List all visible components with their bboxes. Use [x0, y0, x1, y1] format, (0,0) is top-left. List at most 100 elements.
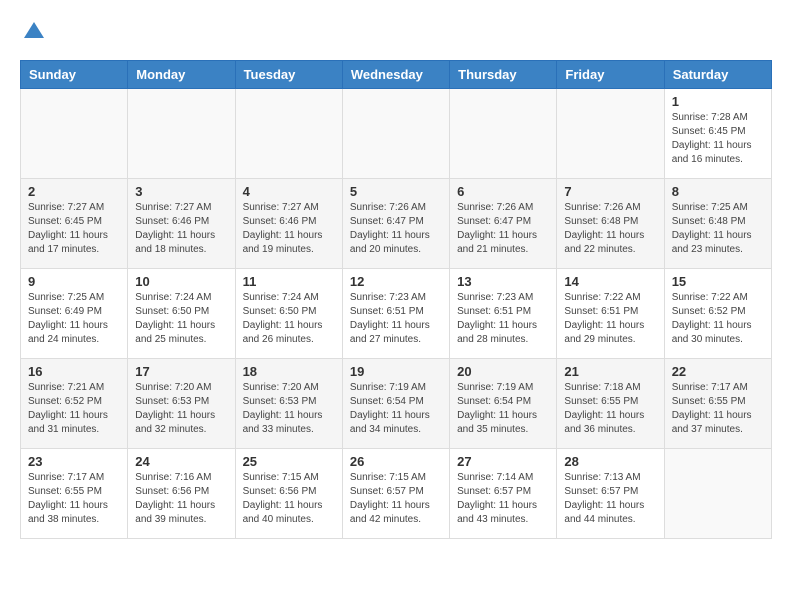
- day-info: Sunrise: 7:17 AM Sunset: 6:55 PM Dayligh…: [672, 381, 764, 437]
- day-number: 26: [350, 454, 442, 469]
- calendar-cell: 28 Sunrise: 7:13 AM Sunset: 6:57 PM Dayli…: [557, 448, 664, 538]
- day-info: Sunrise: 7:26 AM Sunset: 6:47 PM Dayligh…: [457, 201, 549, 257]
- calendar-cell: 17 Sunrise: 7:20 AM Sunset: 6:53 PM Dayli…: [128, 358, 235, 448]
- calendar-cell: 13 Sunrise: 7:23 AM Sunset: 6:51 PM Dayli…: [450, 268, 557, 358]
- calendar-cell: 24Sunrise: 7:16 AM Sunset: 6:56 PM Dayli…: [128, 448, 235, 538]
- logo: [20, 20, 46, 50]
- calendar-cell: 3 Sunrise: 7:27 AM Sunset: 6:46 PM Daylig…: [128, 178, 235, 268]
- day-info: Sunrise: 7:24 AM Sunset: 6:50 PM Dayligh…: [135, 291, 227, 347]
- day-info: Sunrise: 7:23 AM Sunset: 6:51 PM Dayligh…: [457, 291, 549, 347]
- calendar-cell: 8 Sunrise: 7:25 AM Sunset: 6:48 PM Daylig…: [664, 178, 771, 268]
- day-number: 13: [457, 274, 549, 289]
- day-number: 4: [243, 184, 335, 199]
- weekday-header-wednesday: Wednesday: [342, 60, 449, 88]
- calendar-cell: 7 Sunrise: 7:26 AM Sunset: 6:48 PM Daylig…: [557, 178, 664, 268]
- day-number: 21: [564, 364, 656, 379]
- day-number: 20: [457, 364, 549, 379]
- day-number: 7: [564, 184, 656, 199]
- weekday-header-sunday: Sunday: [21, 60, 128, 88]
- page-header: [20, 20, 772, 50]
- calendar-cell: 6 Sunrise: 7:26 AM Sunset: 6:47 PM Daylig…: [450, 178, 557, 268]
- calendar-cell: 12 Sunrise: 7:23 AM Sunset: 6:51 PM Dayli…: [342, 268, 449, 358]
- calendar-cell: 23 Sunrise: 7:17 AM Sunset: 6:55 PM Dayli…: [21, 448, 128, 538]
- calendar-cell: [557, 88, 664, 178]
- logo-icon: [22, 20, 46, 44]
- weekday-header-tuesday: Tuesday: [235, 60, 342, 88]
- calendar-cell: 14 Sunrise: 7:22 AM Sunset: 6:51 PM Dayli…: [557, 268, 664, 358]
- day-number: 12: [350, 274, 442, 289]
- day-info: Sunrise: 7:27 AM Sunset: 6:46 PM Dayligh…: [243, 201, 335, 257]
- weekday-header-friday: Friday: [557, 60, 664, 88]
- day-info: Sunrise: 7:22 AM Sunset: 6:51 PM Dayligh…: [564, 291, 656, 347]
- calendar-cell: 11 Sunrise: 7:24 AM Sunset: 6:50 PM Dayli…: [235, 268, 342, 358]
- calendar-cell: 10 Sunrise: 7:24 AM Sunset: 6:50 PM Dayli…: [128, 268, 235, 358]
- day-info: Sunrise: 7:15 AM Sunset: 6:56 PM Dayligh…: [243, 471, 335, 527]
- calendar-cell: 18 Sunrise: 7:20 AM Sunset: 6:53 PM Dayli…: [235, 358, 342, 448]
- calendar-cell: 27 Sunrise: 7:14 AM Sunset: 6:57 PM Dayli…: [450, 448, 557, 538]
- calendar-cell: 1 Sunrise: 7:28 AM Sunset: 6:45 PM Daylig…: [664, 88, 771, 178]
- calendar-cell: 16 Sunrise: 7:21 AM Sunset: 6:52 PM Dayli…: [21, 358, 128, 448]
- day-info: Sunrise: 7:20 AM Sunset: 6:53 PM Dayligh…: [243, 381, 335, 437]
- day-number: 9: [28, 274, 120, 289]
- calendar-cell: 4 Sunrise: 7:27 AM Sunset: 6:46 PM Daylig…: [235, 178, 342, 268]
- day-info: Sunrise: 7:16 AM Sunset: 6:56 PM Dayligh…: [135, 471, 227, 527]
- day-number: 16: [28, 364, 120, 379]
- week-row-1: 1 Sunrise: 7:28 AM Sunset: 6:45 PM Daylig…: [21, 88, 772, 178]
- day-number: 15: [672, 274, 764, 289]
- calendar-cell: 20 Sunrise: 7:19 AM Sunset: 6:54 PM Dayli…: [450, 358, 557, 448]
- calendar-cell: [128, 88, 235, 178]
- day-info: Sunrise: 7:23 AM Sunset: 6:51 PM Dayligh…: [350, 291, 442, 347]
- calendar-cell: 26 Sunrise: 7:15 AM Sunset: 6:57 PM Dayli…: [342, 448, 449, 538]
- calendar-cell: 15 Sunrise: 7:22 AM Sunset: 6:52 PM Dayli…: [664, 268, 771, 358]
- day-info: Sunrise: 7:19 AM Sunset: 6:54 PM Dayligh…: [350, 381, 442, 437]
- day-number: 23: [28, 454, 120, 469]
- day-number: 17: [135, 364, 227, 379]
- day-number: 22: [672, 364, 764, 379]
- day-info: Sunrise: 7:22 AM Sunset: 6:52 PM Dayligh…: [672, 291, 764, 347]
- calendar-cell: 19 Sunrise: 7:19 AM Sunset: 6:54 PM Dayli…: [342, 358, 449, 448]
- day-number: 10: [135, 274, 227, 289]
- day-number: 3: [135, 184, 227, 199]
- day-info: Sunrise: 7:26 AM Sunset: 6:48 PM Dayligh…: [564, 201, 656, 257]
- day-number: 28: [564, 454, 656, 469]
- day-info: Sunrise: 7:27 AM Sunset: 6:46 PM Dayligh…: [135, 201, 227, 257]
- week-row-2: 2Sunrise: 7:27 AM Sunset: 6:45 PM Daylig…: [21, 178, 772, 268]
- calendar-cell: 2Sunrise: 7:27 AM Sunset: 6:45 PM Daylig…: [21, 178, 128, 268]
- calendar-cell: [664, 448, 771, 538]
- calendar-cell: 9 Sunrise: 7:25 AM Sunset: 6:49 PM Daylig…: [21, 268, 128, 358]
- day-info: Sunrise: 7:13 AM Sunset: 6:57 PM Dayligh…: [564, 471, 656, 527]
- weekday-header-row: SundayMondayTuesdayWednesdayThursdayFrid…: [21, 60, 772, 88]
- day-info: Sunrise: 7:17 AM Sunset: 6:55 PM Dayligh…: [28, 471, 120, 527]
- day-info: Sunrise: 7:19 AM Sunset: 6:54 PM Dayligh…: [457, 381, 549, 437]
- day-number: 11: [243, 274, 335, 289]
- day-number: 27: [457, 454, 549, 469]
- day-number: 5: [350, 184, 442, 199]
- weekday-header-thursday: Thursday: [450, 60, 557, 88]
- day-info: Sunrise: 7:18 AM Sunset: 6:55 PM Dayligh…: [564, 381, 656, 437]
- day-info: Sunrise: 7:24 AM Sunset: 6:50 PM Dayligh…: [243, 291, 335, 347]
- calendar-cell: [21, 88, 128, 178]
- day-info: Sunrise: 7:14 AM Sunset: 6:57 PM Dayligh…: [457, 471, 549, 527]
- week-row-5: 23 Sunrise: 7:17 AM Sunset: 6:55 PM Dayli…: [21, 448, 772, 538]
- day-info: Sunrise: 7:21 AM Sunset: 6:52 PM Dayligh…: [28, 381, 120, 437]
- calendar-cell: 25 Sunrise: 7:15 AM Sunset: 6:56 PM Dayli…: [235, 448, 342, 538]
- day-info: Sunrise: 7:25 AM Sunset: 6:49 PM Dayligh…: [28, 291, 120, 347]
- day-info: Sunrise: 7:27 AM Sunset: 6:45 PM Dayligh…: [28, 201, 120, 257]
- day-number: 18: [243, 364, 335, 379]
- calendar-cell: [235, 88, 342, 178]
- calendar-table: SundayMondayTuesdayWednesdayThursdayFrid…: [20, 60, 772, 539]
- day-info: Sunrise: 7:26 AM Sunset: 6:47 PM Dayligh…: [350, 201, 442, 257]
- day-number: 19: [350, 364, 442, 379]
- day-info: Sunrise: 7:15 AM Sunset: 6:57 PM Dayligh…: [350, 471, 442, 527]
- day-number: 6: [457, 184, 549, 199]
- calendar-cell: [342, 88, 449, 178]
- week-row-3: 9 Sunrise: 7:25 AM Sunset: 6:49 PM Daylig…: [21, 268, 772, 358]
- day-number: 1: [672, 94, 764, 109]
- day-number: 14: [564, 274, 656, 289]
- day-number: 8: [672, 184, 764, 199]
- day-number: 25: [243, 454, 335, 469]
- day-info: Sunrise: 7:20 AM Sunset: 6:53 PM Dayligh…: [135, 381, 227, 437]
- day-info: Sunrise: 7:28 AM Sunset: 6:45 PM Dayligh…: [672, 111, 764, 167]
- day-info: Sunrise: 7:25 AM Sunset: 6:48 PM Dayligh…: [672, 201, 764, 257]
- calendar-cell: 5 Sunrise: 7:26 AM Sunset: 6:47 PM Daylig…: [342, 178, 449, 268]
